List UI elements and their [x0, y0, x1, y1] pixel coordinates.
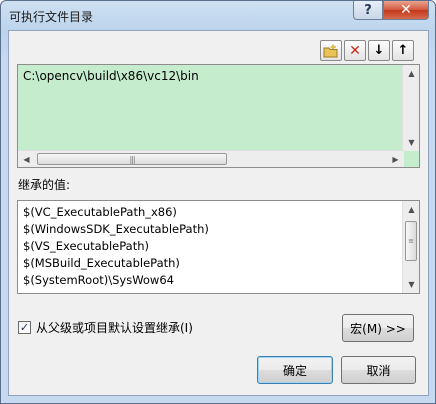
editor-horizontal-scrollbar[interactable]: ◀ ||| ▶ [18, 150, 404, 167]
folder-new-icon [323, 43, 338, 57]
move-up-button[interactable]: ↑ [392, 40, 414, 61]
close-icon: ✕ [400, 2, 412, 18]
list-item: $(VS_ExecutablePath) [23, 239, 150, 253]
inherited-vertical-scrollbar[interactable]: ▲ ≡ ▼ [402, 201, 419, 293]
dialog-window: 可执行文件目录 ? ✕ ✕ ↓ ↑ C:\opencv\build\x86\vc… [0, 0, 436, 404]
editor-horizontal-scroll-thumb[interactable]: ||| [37, 153, 227, 165]
inherited-values-label: 继承的值: [18, 178, 71, 192]
scroll-down-arrow-icon[interactable]: ▼ [403, 134, 420, 151]
list-item: $(VC_ExecutablePath_x86) [23, 205, 177, 219]
arrow-up-icon: ↑ [397, 43, 409, 58]
editor-vertical-scrollbar[interactable]: ▲ ▼ [402, 65, 419, 151]
cancel-button-label: 取消 [366, 363, 391, 378]
close-button[interactable]: ✕ [383, 1, 429, 20]
list-item: $(MSBuild_ExecutablePath) [23, 256, 180, 270]
macros-button[interactable]: 宏(M) >> [342, 314, 414, 342]
inherit-checkbox[interactable]: ✓ [18, 321, 31, 334]
inherited-values-list: $(VC_ExecutablePath_x86) $(WindowsSDK_Ex… [17, 200, 420, 294]
scroll-down-arrow-icon[interactable]: ▼ [403, 276, 420, 293]
cancel-button[interactable]: 取消 [341, 356, 416, 384]
arrow-down-icon: ↓ [373, 43, 385, 58]
inherit-checkbox-row[interactable]: ✓ 从父级或项目默认设置继承(I) [18, 319, 193, 336]
scroll-left-arrow-icon[interactable]: ◀ [18, 151, 35, 168]
checkmark-icon: ✓ [19, 321, 30, 334]
list-item: $(SystemRoot)\SysWow64 [23, 273, 174, 287]
help-button[interactable]: ? [353, 1, 383, 20]
ok-button-label: 确定 [282, 363, 307, 378]
delete-line-button[interactable]: ✕ [344, 40, 366, 61]
help-icon: ? [364, 2, 372, 18]
dialog-client-area: ✕ ↓ ↑ C:\opencv\build\x86\vc12\bin ▲ ▼ ◀… [8, 30, 429, 396]
list-item: $(WindowsSDK_ExecutablePath) [23, 222, 209, 236]
ok-button[interactable]: 确定 [257, 356, 333, 384]
window-title: 可执行文件目录 [9, 10, 94, 24]
inherit-checkbox-label[interactable]: 从父级或项目默认设置继承(I) [36, 319, 193, 336]
inherited-scroll-thumb[interactable]: ≡ [405, 221, 417, 261]
title-bar[interactable]: 可执行文件目录 ? ✕ [1, 1, 435, 31]
new-line-button[interactable] [320, 40, 342, 61]
directory-path-line[interactable]: C:\opencv\build\x86\vc12\bin [23, 69, 199, 83]
macros-button-label: 宏(M) >> [350, 321, 406, 336]
delete-icon: ✕ [349, 42, 361, 59]
scroll-right-arrow-icon[interactable]: ▶ [387, 151, 404, 168]
move-down-button[interactable]: ↓ [368, 40, 390, 61]
directory-editor[interactable]: C:\opencv\build\x86\vc12\bin ▲ ▼ ◀ ||| ▶ [17, 64, 420, 168]
scroll-up-arrow-icon[interactable]: ▲ [403, 65, 420, 82]
scroll-up-arrow-icon[interactable]: ▲ [403, 201, 420, 218]
